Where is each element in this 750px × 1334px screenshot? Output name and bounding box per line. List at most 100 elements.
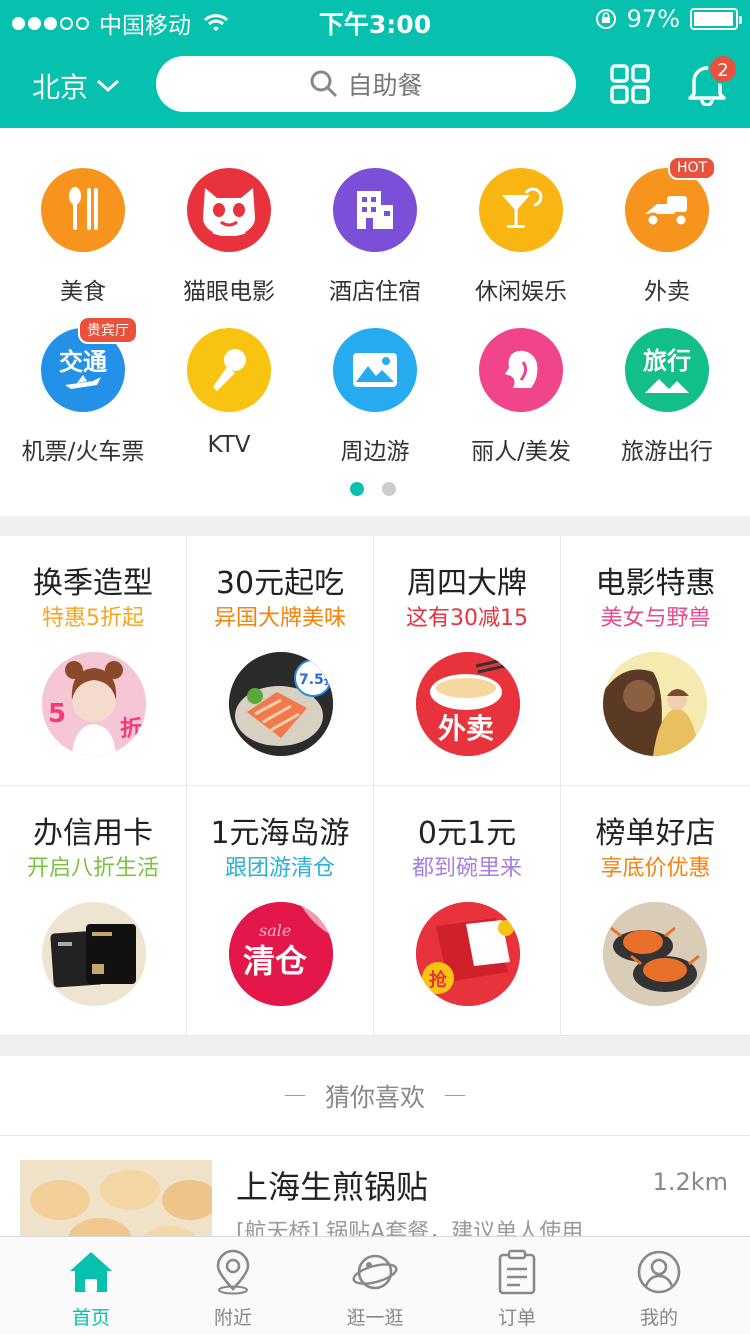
category-hotel-icon-circle bbox=[333, 168, 417, 252]
promo-image bbox=[603, 652, 707, 756]
promo-island-tour[interactable]: 1元海岛游 跟团游清仓 sale 清仓 bbox=[187, 786, 374, 1036]
category-leisure[interactable]: 休闲娱乐 bbox=[448, 168, 594, 308]
microphone-icon bbox=[213, 349, 246, 391]
location-pin-icon bbox=[216, 1249, 250, 1295]
battery-icon bbox=[690, 8, 742, 30]
category-label: 酒店住宿 bbox=[329, 279, 421, 305]
promo-title: 0元1元 bbox=[417, 816, 517, 851]
tab-explore[interactable]: 逛一逛 bbox=[300, 1237, 450, 1334]
category-nearby-tour[interactable]: 周边游 bbox=[302, 328, 448, 468]
promo-title: 30元起吃 bbox=[215, 566, 345, 601]
divider bbox=[445, 1095, 465, 1096]
category-beauty[interactable]: 丽人/美发 bbox=[448, 328, 594, 468]
potsticker-image bbox=[20, 1160, 212, 1236]
grab-text: 抢 bbox=[429, 969, 448, 991]
list-item[interactable]: 上海生煎锅贴 1.2km [航天桥] 锅贴A套餐，建议单人使用 bbox=[0, 1136, 750, 1236]
woman-profile-icon bbox=[505, 350, 538, 388]
tab-label: 我的 bbox=[639, 1307, 678, 1329]
promo-title: 周四大牌 bbox=[407, 566, 527, 601]
tab-bar: 首页 附近 逛一逛 订单 我的 bbox=[0, 1236, 750, 1334]
category-label: 旅游出行 bbox=[621, 439, 713, 465]
category-label: 休闲娱乐 bbox=[475, 279, 567, 305]
category-food-icon-circle bbox=[41, 168, 125, 252]
waimai-noodles-image: 外卖 bbox=[416, 652, 520, 756]
promo-30-yuan[interactable]: 30元起吃 异国大牌美味 7.5折 bbox=[187, 536, 374, 786]
header: 中国移动 下午3:00 97% 北京 自助餐 2 bbox=[0, 0, 750, 128]
category-food[interactable]: 美食 bbox=[10, 168, 156, 308]
planet-icon bbox=[352, 1254, 398, 1290]
crab-dish-image bbox=[603, 902, 707, 1006]
cat-face-icon bbox=[203, 188, 255, 236]
promo-movie-deal[interactable]: 电影特惠 美女与野兽 bbox=[561, 536, 750, 786]
category-label: 美食 bbox=[60, 279, 106, 305]
divider bbox=[284, 1095, 305, 1096]
promo-credit-card[interactable]: 办信用卡 开启八折生活 bbox=[0, 786, 187, 1036]
promo-zero-one-yuan[interactable]: 0元1元 都到碗里来 抢 bbox=[374, 786, 561, 1036]
user-icon bbox=[637, 1250, 681, 1294]
tab-label: 首页 bbox=[71, 1307, 110, 1329]
clearance-text: 清仓 bbox=[243, 942, 308, 980]
category-travel[interactable]: 旅行 旅游出行 bbox=[594, 328, 740, 468]
promo-image bbox=[603, 902, 707, 1006]
category-tickets[interactable]: 交通 机票/火车票 bbox=[10, 328, 156, 468]
promo-title: 榜单好店 bbox=[595, 816, 716, 851]
promo-subtitle: 都到碗里来 bbox=[411, 856, 522, 881]
cocktail-icon bbox=[502, 187, 543, 228]
tab-label: 订单 bbox=[497, 1307, 536, 1329]
promo-title: 电影特惠 bbox=[595, 566, 716, 601]
category-label: 周边游 bbox=[340, 439, 410, 465]
promo-top-stores[interactable]: 榜单好店 享底价优惠 bbox=[561, 786, 750, 1036]
battery-percent: 97% bbox=[626, 5, 680, 33]
promo-thursday-brand[interactable]: 周四大牌 这有30减15 外卖 bbox=[374, 536, 561, 786]
sale-text: sale bbox=[259, 921, 291, 940]
svg-text:折: 折 bbox=[120, 717, 142, 742]
tab-nearby[interactable]: 附近 bbox=[158, 1237, 308, 1334]
promo-title: 1元海岛游 bbox=[210, 816, 350, 851]
clipboard-icon bbox=[498, 1249, 536, 1295]
status-bar: 中国移动 下午3:00 97% bbox=[0, 0, 750, 40]
traffic-icon-text: 交通 bbox=[59, 348, 107, 376]
discount-badge: 7.5折 bbox=[299, 671, 333, 688]
tab-orders[interactable]: 订单 bbox=[442, 1237, 592, 1334]
promo-subtitle: 异国大牌美味 bbox=[213, 606, 346, 631]
item-distance: 1.2km bbox=[652, 1168, 728, 1196]
category-beauty-icon-circle bbox=[479, 328, 563, 412]
hot-tag: HOT bbox=[668, 156, 717, 180]
home-icon bbox=[70, 1252, 112, 1292]
city-selector[interactable]: 北京 bbox=[32, 66, 120, 106]
plane-icon bbox=[65, 375, 101, 389]
chevron-down-icon bbox=[97, 79, 120, 93]
category-ktv[interactable]: KTV bbox=[156, 328, 302, 468]
notification-badge: 2 bbox=[708, 54, 738, 84]
tab-profile[interactable]: 我的 bbox=[584, 1237, 734, 1334]
city-label: 北京 bbox=[32, 71, 89, 104]
girl-portrait-image: 5 折 bbox=[42, 652, 146, 756]
promo-seasonal-style[interactable]: 换季造型 特惠5折起 5 折 bbox=[0, 536, 187, 786]
page-dot bbox=[382, 482, 396, 496]
category-maoyan-movie[interactable]: 猫眼电影 bbox=[156, 168, 302, 308]
promo-grid: 换季造型 特惠5折起 5 折 30元起吃 异国大牌美味 7.5折 周四大牌 这有… bbox=[0, 536, 750, 1036]
promo-subtitle: 跟团游清仓 bbox=[224, 856, 335, 881]
fork-knife-icon bbox=[69, 187, 98, 230]
promo-image bbox=[42, 902, 146, 1006]
category-takeout[interactable]: 外卖 bbox=[594, 168, 740, 308]
guess-you-like-header: 猜你喜欢 bbox=[0, 1056, 750, 1136]
qr-scan-icon[interactable] bbox=[610, 64, 650, 104]
battery-status: 97% bbox=[595, 5, 742, 33]
category-tour-icon-circle bbox=[333, 328, 417, 412]
search-input[interactable]: 自助餐 bbox=[156, 56, 576, 112]
guess-title: 猜你喜欢 bbox=[324, 1082, 425, 1112]
promo-image: 5 折 bbox=[42, 652, 146, 756]
vip-lounge-tag: 贵宾厅 bbox=[78, 316, 138, 344]
item-thumbnail bbox=[20, 1160, 212, 1236]
page-indicator bbox=[350, 482, 396, 496]
category-takeout-icon-circle bbox=[625, 168, 709, 252]
page-dot-active bbox=[350, 482, 364, 496]
search-placeholder: 自助餐 bbox=[347, 71, 423, 100]
category-label: 猫眼电影 bbox=[183, 279, 275, 305]
tab-home[interactable]: 首页 bbox=[16, 1237, 166, 1334]
waimai-badge: 外卖 bbox=[438, 712, 494, 745]
promo-subtitle: 美女与野兽 bbox=[600, 606, 711, 631]
category-hotel[interactable]: 酒店住宿 bbox=[302, 168, 448, 308]
rotation-lock-icon bbox=[595, 9, 616, 29]
